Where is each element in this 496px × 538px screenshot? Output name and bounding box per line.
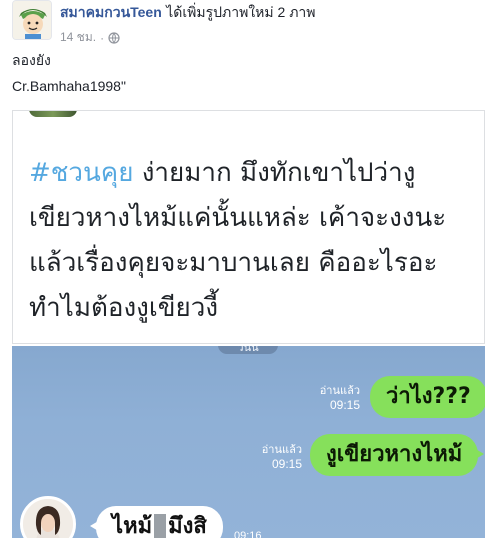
cartoon-avatar-icon: [13, 1, 51, 39]
post-action-text: ได้เพิ่มรูปภาพใหม่ 2 ภาพ: [166, 4, 316, 20]
post-caption-line-1: ลองยัง: [12, 52, 51, 68]
page-avatar[interactable]: [12, 0, 52, 40]
read-label-1: อ่านแล้ว: [319, 385, 360, 397]
globe-icon[interactable]: [108, 31, 120, 44]
post-header: สมาคมกวนTeen ได้เพิ่มรูปภาพใหม่ 2 ภาพ 14…: [12, 0, 484, 47]
image-text-block: #ชวนคุย ง่ายมาก มึงทักเขาไปว่างู เขียวหา…: [29, 151, 469, 331]
post-header-text: สมาคมกวนTeen ได้เพิ่มรูปภาพใหม่ 2 ภาพ 14…: [60, 2, 480, 47]
image-text-line-1-rest: ง่ายมาก มึงทักเขาไปว่างู: [133, 158, 416, 188]
read-time-1: 09:15: [329, 398, 360, 412]
read-receipt-2: อ่านแล้ว 09:15: [246, 443, 302, 471]
chat-bubble-sent-1: ว่าไง???: [370, 376, 485, 418]
read-time-2: 09:15: [271, 457, 302, 471]
censor-block: [154, 514, 167, 538]
reply-text-after: มึงสิ: [168, 514, 207, 538]
post-meta: 14 ชม. ·: [60, 28, 480, 47]
read-label-2: อ่านแล้ว: [261, 444, 302, 456]
post-caption-line-2: Cr.Bamhaha1998": [12, 78, 126, 94]
page-name-link[interactable]: สมาคมกวนTeen: [60, 4, 162, 20]
meta-separator: ·: [100, 30, 105, 45]
hashtag-link: #ชวนคุย: [29, 158, 134, 188]
image-text-line-2: เขียวหางไหม้แค่นั้นแหล่ะ เค้าจะงงนะ: [29, 203, 447, 233]
reply-text-before: ไหม้: [112, 514, 153, 538]
friend-avatar: [20, 496, 76, 538]
post-image-chat[interactable]: วันนี้ อ่านแล้ว 09:15 ว่าไง??? อ่านแล้ว …: [12, 346, 485, 538]
post-timestamp[interactable]: 14 ชม.: [60, 28, 96, 47]
reply-time: 09:16: [234, 530, 262, 538]
chat-bubble-received: ไหม้ มึงสิ: [90, 506, 223, 538]
image-text-line-3: แล้วเรื่องคุยจะมาบานเลย คืออะไรอะ: [29, 248, 438, 278]
post-image-text[interactable]: #ชวนคุย ง่ายมาก มึงทักเขาไปว่างู เขียวหา…: [12, 110, 485, 344]
image-text-line-4: ทำไมต้องงูเขียวงี้: [29, 293, 219, 323]
image-text-line-1: #ชวนคุย ง่ายมาก มึงทักเขาไปว่างู: [29, 151, 469, 196]
read-receipt-1: อ่านแล้ว 09:15: [304, 384, 360, 412]
person-photo-icon: [23, 499, 73, 538]
image-thumbnail-strip: [29, 111, 77, 117]
chat-bubble-sent-2: งูเขียวหางไหม้: [310, 434, 485, 476]
chat-date-chip: วันนี้: [218, 346, 278, 354]
